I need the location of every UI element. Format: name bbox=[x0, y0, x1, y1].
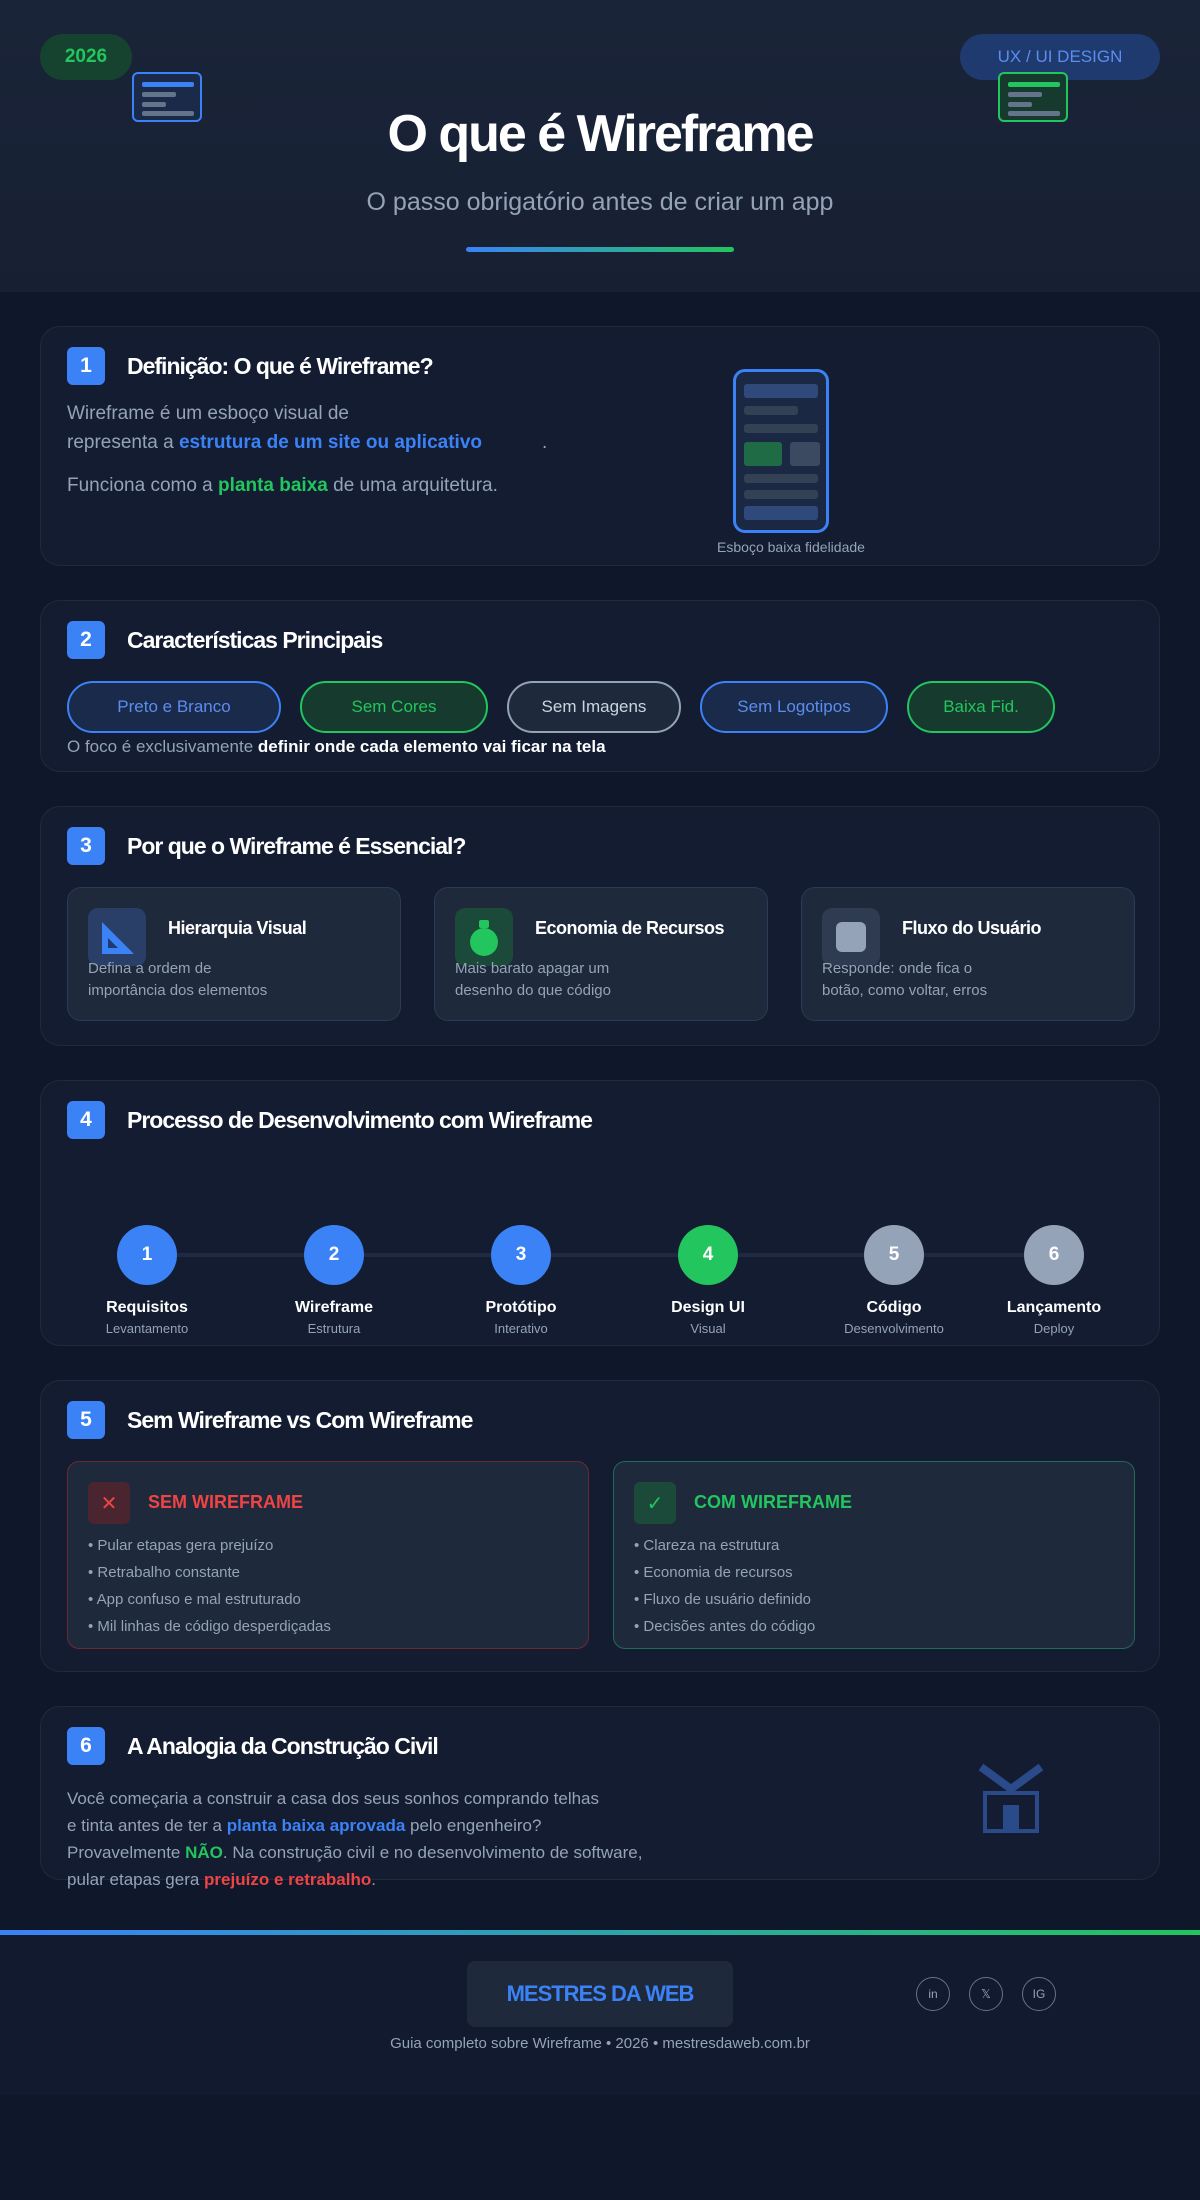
section-title: Por que o Wireframe é Essencial? bbox=[127, 833, 466, 859]
process-step-circle: 2 bbox=[304, 1225, 364, 1285]
list-item: • Pular etapas gera prejuízo bbox=[88, 1537, 274, 1554]
section-why-essential: 3 Por que o Wireframe é Essencial? Hiera… bbox=[40, 806, 1160, 1046]
year-badge: 2026 bbox=[40, 34, 132, 80]
analogy-paragraph: Você começaria a construir a casa dos se… bbox=[67, 1789, 643, 1889]
chip-no-logos: Sem Logotipos bbox=[700, 681, 888, 733]
process-step-circle: 1 bbox=[117, 1225, 177, 1285]
section-characteristics: 2 Características Principais Preto e Bra… bbox=[40, 600, 1160, 772]
process-step-label: Design UI bbox=[671, 1299, 745, 1316]
benefit-card: Hierarquia Visual Defina a ordem de impor… bbox=[67, 887, 401, 1021]
section-number: 5 bbox=[67, 1401, 105, 1439]
benefit-description: Defina a ordem de importância dos element… bbox=[88, 960, 268, 999]
section-analogy: 6 A Analogia da Construção Civil Você co… bbox=[40, 1706, 1160, 1889]
benefit-title: Fluxo do Usuário bbox=[902, 918, 1042, 938]
page-footer: MESTRES DA WEB in 𝕏 IG Guia completo sob… bbox=[0, 1935, 1200, 2095]
benefit-card: Economia de Recursos Mais barato apagar … bbox=[434, 887, 768, 1021]
house-construction-icon bbox=[971, 1759, 1051, 1839]
benefit-description: Mais barato apagar um desenho do que códi… bbox=[455, 960, 611, 999]
footer-text: Guia completo sobre Wireframe • 2026 • m… bbox=[390, 2035, 810, 2052]
section-comparison: 5 Sem Wireframe vs Com Wireframe ✕ SEM W… bbox=[40, 1380, 1160, 1672]
section-title: Definição: O que é Wireframe? bbox=[127, 353, 434, 379]
brand-logo: MESTRES DA WEB bbox=[467, 1961, 733, 2027]
process-step-label: Protótipo bbox=[485, 1299, 557, 1316]
phone-caption: Esboço baixa fidelidade bbox=[717, 539, 865, 555]
section-definition: 1 Definição: O que é Wireframe? Wirefram… bbox=[40, 326, 1160, 566]
section-number: 3 bbox=[67, 827, 105, 865]
section-number: 2 bbox=[67, 621, 105, 659]
chip-low-fidelity: Baixa Fid. bbox=[907, 681, 1055, 733]
page-header: 2026 UX / UI DESIGN O que é Wireframe O … bbox=[0, 0, 1200, 292]
with-list: • Clareza na estrutura • Economia de rec… bbox=[634, 1532, 815, 1640]
process-step-label: Requisitos bbox=[106, 1299, 188, 1316]
process-step-sub: Deploy bbox=[1033, 1321, 1075, 1336]
chip-no-colors: Sem Cores bbox=[300, 681, 488, 733]
section-title: Características Principais bbox=[127, 627, 383, 653]
chip-no-images: Sem Imagens bbox=[507, 681, 681, 733]
list-item: • Decisões antes do código bbox=[634, 1618, 816, 1635]
definition-text: Wireframe é um esboço visual de represen… bbox=[67, 403, 548, 453]
linkedin-icon[interactable]: in bbox=[916, 1977, 950, 2011]
benefit-title: Economia de Recursos bbox=[535, 918, 725, 938]
section-title: Sem Wireframe vs Com Wireframe bbox=[127, 1407, 473, 1433]
section-title: Processo de Desenvolvimento com Wirefram… bbox=[127, 1107, 593, 1133]
list-item: • Fluxo de usuário definido bbox=[634, 1591, 812, 1608]
process-step-sub: Levantamento bbox=[105, 1321, 189, 1336]
without-wireframe-card: ✕ SEM WIREFRAME • Pular etapas gera prej… bbox=[67, 1461, 589, 1649]
focus-note: O foco é exclusivamente definir onde cad… bbox=[67, 737, 606, 756]
phone-wireframe-illustration bbox=[733, 369, 829, 533]
list-item: • Economia de recursos bbox=[634, 1564, 793, 1581]
process-step-sub: Desenvolvimento bbox=[844, 1321, 944, 1336]
analogy-text: Funciona como a planta baixa de uma arqu… bbox=[67, 475, 498, 496]
without-list: • Pular etapas gera prejuízo • Retrabalh… bbox=[88, 1532, 331, 1640]
title-underline bbox=[466, 247, 734, 252]
process-step-label: Código bbox=[866, 1299, 922, 1316]
process-step-sub: Visual bbox=[690, 1321, 726, 1336]
process-step-label: Wireframe bbox=[294, 1299, 374, 1316]
section-title: A Analogia da Construção Civil bbox=[127, 1733, 439, 1759]
process-step-circle: 4 bbox=[678, 1225, 738, 1285]
close-icon: ✕ bbox=[88, 1482, 130, 1524]
list-item: • Clareza na estrutura bbox=[634, 1537, 780, 1554]
instagram-icon[interactable]: IG bbox=[1022, 1977, 1056, 2011]
list-item: • Mil linhas de código desperdiçadas bbox=[88, 1618, 331, 1635]
with-heading: COM WIREFRAME bbox=[694, 1492, 852, 1512]
check-icon: ✓ bbox=[634, 1482, 676, 1524]
process-step-circle: 5 bbox=[864, 1225, 924, 1285]
process-step-sub: Estrutura bbox=[307, 1321, 361, 1336]
process-step-label: Lançamento bbox=[1006, 1299, 1102, 1316]
benefit-description: Responde: onde fica o botão, como voltar,… bbox=[822, 960, 988, 999]
section-number: 4 bbox=[67, 1101, 105, 1139]
list-item: • Retrabalho constante bbox=[88, 1564, 241, 1581]
section-number: 6 bbox=[67, 1727, 105, 1765]
without-heading: SEM WIREFRAME bbox=[148, 1492, 303, 1512]
page-title: O que é Wireframe bbox=[387, 105, 814, 163]
process-step-circle: 3 bbox=[491, 1225, 551, 1285]
section-process: 4 Processo de Desenvolvimento com Wirefr… bbox=[40, 1080, 1160, 1346]
x-twitter-icon[interactable]: 𝕏 bbox=[969, 1977, 1003, 2011]
section-number: 1 bbox=[67, 347, 105, 385]
with-wireframe-card: ✓ COM WIREFRAME • Clareza na estrutura •… bbox=[613, 1461, 1135, 1649]
list-item: • App confuso e mal estruturado bbox=[88, 1591, 301, 1608]
process-step-sub: Interativo bbox=[494, 1321, 548, 1336]
benefit-title: Hierarquia Visual bbox=[168, 918, 307, 938]
benefit-card: Fluxo do Usuário Responde: onde fica o bo… bbox=[801, 887, 1135, 1021]
process-step-circle: 6 bbox=[1024, 1225, 1084, 1285]
page-subtitle: O passo obrigatório antes de criar um ap… bbox=[366, 188, 834, 216]
chip-black-white: Preto e Branco bbox=[67, 681, 281, 733]
